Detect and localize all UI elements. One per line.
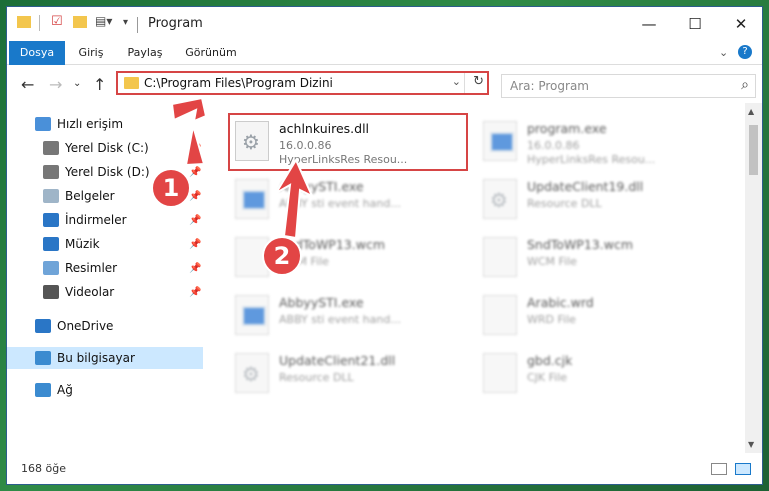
callout-2: 2: [262, 236, 302, 276]
arrow-1: [170, 96, 208, 167]
callout-1: 1: [151, 168, 191, 208]
annotation-arrows: [170, 96, 315, 240]
arrow-2: [273, 157, 315, 240]
